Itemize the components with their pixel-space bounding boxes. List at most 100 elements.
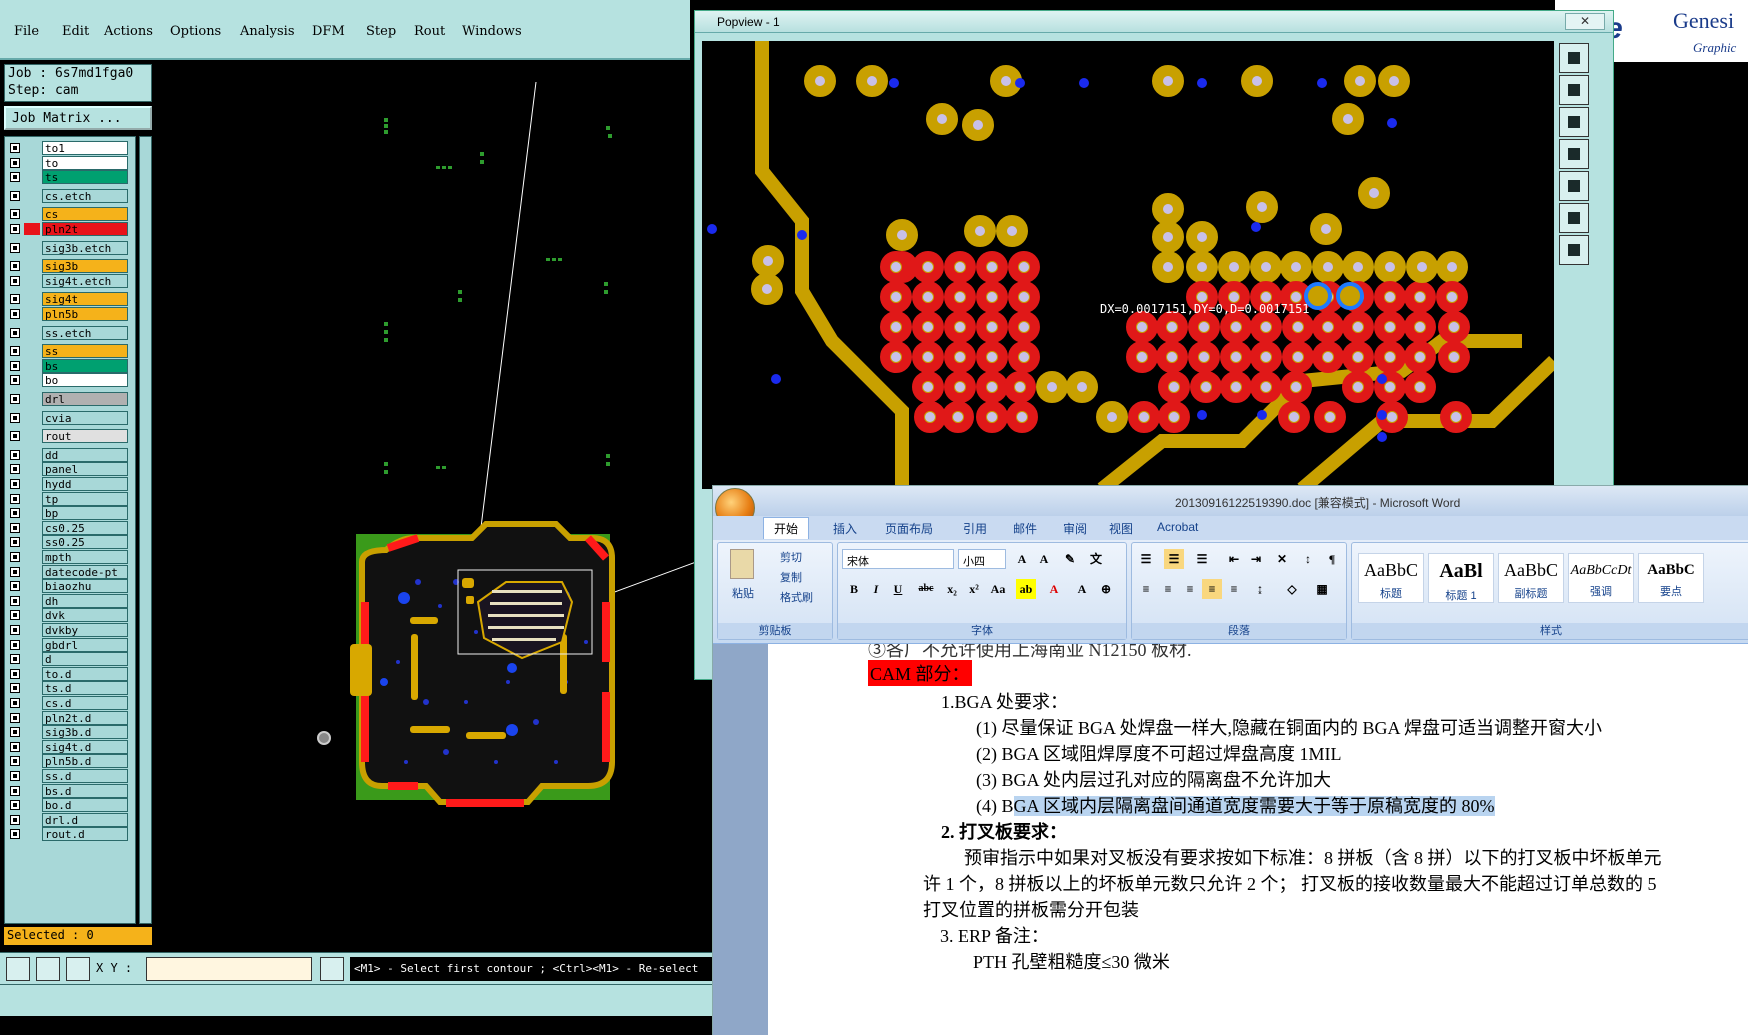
layer-checkbox[interactable] bbox=[10, 275, 20, 286]
menu-edit[interactable]: Edit bbox=[62, 24, 89, 39]
layer-name[interactable]: ss.etch bbox=[42, 325, 128, 340]
decrease-indent-icon[interactable]: ⇤ bbox=[1224, 549, 1244, 569]
phonetic-icon[interactable]: 文 bbox=[1086, 549, 1106, 569]
layer-row[interactable]: bs.d bbox=[5, 783, 137, 798]
layer-name[interactable]: sig3b.etch bbox=[42, 240, 128, 255]
layer-checkbox[interactable] bbox=[10, 172, 20, 183]
layer-checkbox[interactable] bbox=[10, 242, 20, 253]
layer-row[interactable]: ts bbox=[5, 170, 137, 185]
layer-name[interactable]: sig4t.etch bbox=[42, 273, 128, 288]
layer-row[interactable]: dvk bbox=[5, 608, 137, 623]
asian-layout-icon[interactable]: ✕ bbox=[1272, 549, 1292, 569]
layer-checkbox[interactable] bbox=[10, 683, 20, 694]
layer-row[interactable]: d bbox=[5, 652, 137, 667]
layer-name[interactable]: dh bbox=[42, 593, 128, 608]
layer-row[interactable]: ss.d bbox=[5, 769, 137, 783]
layer-checkbox[interactable] bbox=[10, 209, 20, 220]
menu-rout[interactable]: Rout bbox=[414, 24, 445, 39]
layer-checkbox[interactable] bbox=[10, 610, 20, 621]
menu-analysis[interactable]: Analysis bbox=[240, 24, 295, 39]
menu-file[interactable]: File bbox=[14, 24, 39, 39]
change-case-icon[interactable]: Aa bbox=[988, 579, 1008, 599]
layer-name[interactable]: cs.etch bbox=[42, 188, 128, 203]
popview-close-button[interactable]: ✕ bbox=[1565, 13, 1605, 30]
layer-checkbox[interactable] bbox=[10, 668, 20, 679]
layer-checkbox[interactable] bbox=[10, 625, 20, 635]
superscript-icon[interactable]: x² bbox=[964, 579, 984, 599]
fit-icon[interactable] bbox=[1559, 203, 1589, 233]
pan-right-icon[interactable] bbox=[1559, 171, 1589, 201]
layer-checkbox[interactable] bbox=[10, 375, 20, 386]
layer-name[interactable]: sig4t.d bbox=[42, 739, 128, 754]
paste-button[interactable]: 粘贴 bbox=[732, 585, 754, 601]
enclose-char-icon[interactable]: ⊕ bbox=[1096, 579, 1116, 599]
layer-checkbox[interactable] bbox=[10, 294, 20, 305]
layer-row[interactable]: bo.d bbox=[5, 798, 137, 813]
layer-checkbox[interactable] bbox=[10, 566, 20, 577]
layer-checkbox[interactable] bbox=[10, 639, 20, 650]
menu-actions[interactable]: Actions bbox=[104, 24, 153, 39]
layer-row[interactable]: hydd bbox=[5, 477, 137, 491]
layer-name[interactable]: panel bbox=[42, 462, 128, 477]
layer-row[interactable]: mpth bbox=[5, 550, 137, 564]
layer-name[interactable]: bs.d bbox=[42, 783, 128, 798]
layer-row[interactable]: sig4t bbox=[5, 292, 137, 307]
layer-checkbox[interactable] bbox=[10, 394, 20, 404]
layer-row[interactable]: sig4t.d bbox=[5, 739, 137, 754]
bold-icon[interactable]: B bbox=[844, 579, 864, 599]
layer-row[interactable]: dd bbox=[5, 447, 137, 462]
layer-row[interactable]: sig4t.etch bbox=[5, 273, 137, 288]
layer-row[interactable]: sig3b bbox=[5, 259, 137, 274]
style-title[interactable]: AaBbC 标题 bbox=[1358, 553, 1424, 603]
cut-button[interactable]: 剪切 bbox=[780, 549, 802, 565]
layer-name[interactable]: pln2t.d bbox=[42, 710, 128, 725]
layer-checkbox[interactable] bbox=[10, 552, 20, 562]
justify-icon[interactable]: ≡ bbox=[1202, 579, 1222, 599]
line-spacing-icon[interactable]: ↨ bbox=[1250, 579, 1270, 599]
font-size-select[interactable]: 小四 bbox=[958, 549, 1006, 569]
layer-checkbox[interactable] bbox=[10, 261, 20, 272]
layer-row[interactable]: ss0.25 bbox=[5, 535, 137, 550]
grid-tool-icon[interactable] bbox=[66, 957, 90, 981]
document-page[interactable]: ③各厂不允许使用上海南亚 N12150 板材. CAM 部分： 1.BGA 处要… bbox=[768, 644, 1748, 1035]
layer-row[interactable]: ts.d bbox=[5, 681, 137, 696]
numbering-icon[interactable]: ☰ bbox=[1164, 549, 1184, 569]
layer-row[interactable]: bs bbox=[5, 358, 137, 373]
layer-name[interactable]: sig3b.d bbox=[42, 725, 128, 740]
layer-checkbox[interactable] bbox=[10, 157, 20, 168]
layer-checkbox[interactable] bbox=[10, 698, 20, 708]
layer-row[interactable]: cs0.25 bbox=[5, 520, 137, 535]
align-right-icon[interactable]: ≡ bbox=[1180, 579, 1200, 599]
layer-name[interactable]: d bbox=[42, 652, 128, 667]
layer-name[interactable]: tp bbox=[42, 491, 128, 506]
grow-font-icon[interactable]: A bbox=[1012, 549, 1032, 569]
layer-checkbox[interactable] bbox=[10, 412, 20, 423]
layer-row[interactable]: panel bbox=[5, 462, 137, 477]
layer-row[interactable]: sig3b.etch bbox=[5, 240, 137, 255]
layer-row[interactable]: dh bbox=[5, 593, 137, 608]
layer-name[interactable]: dvkby bbox=[42, 623, 128, 637]
distribute-icon[interactable]: ≡ bbox=[1224, 579, 1244, 599]
show-marks-icon[interactable]: ¶ bbox=[1322, 549, 1342, 569]
layer-checkbox[interactable] bbox=[10, 595, 20, 606]
layer-name[interactable]: gbdrl bbox=[42, 637, 128, 652]
layer-name[interactable]: sig4t bbox=[42, 292, 128, 307]
job-matrix-button[interactable]: Job Matrix ... bbox=[4, 106, 152, 130]
layer-checkbox[interactable] bbox=[10, 537, 20, 548]
font-color-icon[interactable]: A bbox=[1044, 579, 1064, 599]
layer-checkbox[interactable] bbox=[10, 431, 20, 442]
layer-name[interactable]: pln5b bbox=[42, 307, 128, 321]
layer-name[interactable]: datecode-pt bbox=[42, 564, 128, 579]
tab-home[interactable]: 开始 bbox=[763, 517, 810, 539]
select-tool-icon[interactable] bbox=[6, 957, 30, 981]
tab-mailings[interactable]: 邮件 bbox=[1013, 520, 1037, 537]
format-painter-button[interactable]: 格式刷 bbox=[780, 589, 813, 605]
layer-checkbox[interactable] bbox=[10, 712, 20, 723]
layer-checkbox[interactable] bbox=[10, 327, 20, 338]
layer-row[interactable]: dvkby bbox=[5, 623, 137, 637]
alert-icon[interactable] bbox=[320, 957, 344, 981]
copy-button[interactable]: 复制 bbox=[780, 569, 802, 585]
style-emphasis[interactable]: AaBbCcDt 强调 bbox=[1568, 553, 1634, 603]
layer-checkbox[interactable] bbox=[10, 581, 20, 592]
layer-row[interactable]: cs.d bbox=[5, 696, 137, 710]
